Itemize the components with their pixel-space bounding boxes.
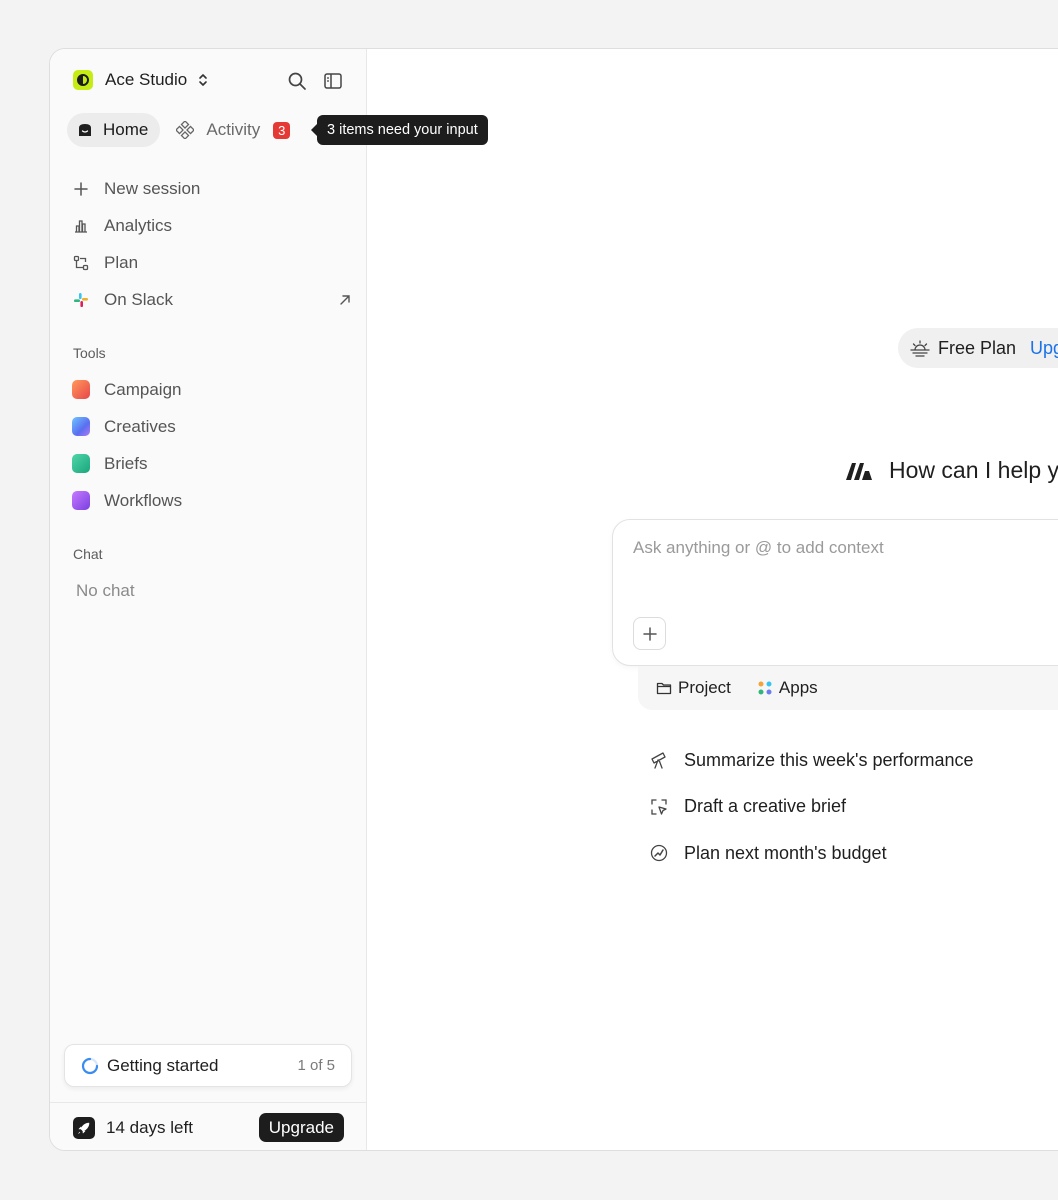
chat-section-title: Chat xyxy=(73,546,103,562)
tool-item-label: Creatives xyxy=(104,416,176,436)
tool-item-label: Briefs xyxy=(104,453,148,473)
activity-count-badge: 3 xyxy=(273,121,291,139)
sidebar-toggle-icon[interactable] xyxy=(323,71,343,91)
attach-button[interactable] xyxy=(633,617,666,650)
plus-icon xyxy=(642,626,657,641)
home-icon xyxy=(79,124,91,136)
chevron-up-down-icon xyxy=(199,74,208,86)
composer xyxy=(612,519,1058,666)
menu-item-on-slack[interactable]: On Slack xyxy=(72,281,352,318)
telescope-icon xyxy=(648,749,670,771)
menu-item-label: Plan xyxy=(104,252,139,272)
budget-icon xyxy=(648,842,670,864)
plan-pill[interactable]: Free Plan Upg xyxy=(898,328,1058,368)
menu-item-label: New session xyxy=(104,178,201,198)
context-project-button[interactable]: Project xyxy=(656,678,731,698)
getting-started-card[interactable]: Getting started 1 of 5 xyxy=(64,1044,352,1087)
progress-spinner-icon xyxy=(81,1057,99,1074)
tab-activity[interactable]: Activity 3 xyxy=(176,113,291,147)
tools-section-title: Tools xyxy=(73,345,106,361)
sunrise-icon xyxy=(910,340,930,357)
menu-item-plan[interactable]: Plan xyxy=(72,244,352,281)
getting-started-label: Getting started xyxy=(107,1055,219,1075)
getting-started-progress: 1 of 5 xyxy=(297,1057,335,1074)
folder-icon xyxy=(656,682,672,695)
tool-item-label: Workflows xyxy=(104,490,183,510)
context-apps-button[interactable]: Apps xyxy=(757,678,818,698)
upgrade-button[interactable]: Upgrade xyxy=(258,1113,344,1142)
search-icon[interactable] xyxy=(287,71,307,91)
rocket-icon xyxy=(73,1116,95,1139)
menu-item-label: Analytics xyxy=(104,215,173,235)
tab-home[interactable]: Home xyxy=(67,113,161,147)
tool-item-campaign[interactable]: Campaign xyxy=(72,371,352,408)
creatives-icon xyxy=(72,417,90,436)
workspace-logo-icon xyxy=(73,70,93,90)
plan-upgrade-link[interactable]: Upg xyxy=(1030,338,1058,359)
plan-name: Free Plan xyxy=(938,337,1017,358)
campaign-icon xyxy=(72,380,90,399)
nav-tabs: Home Activity 3 xyxy=(67,113,291,147)
apps-icon xyxy=(758,681,772,695)
trial-days-left: 14 days left xyxy=(106,1117,193,1137)
suggestion-item[interactable]: Summarize this week's performance xyxy=(648,737,974,784)
flow-icon xyxy=(72,254,90,272)
activity-tooltip: 3 items need your input xyxy=(311,115,488,145)
tool-item-creatives[interactable]: Creatives xyxy=(72,408,352,445)
context-apps-label: Apps xyxy=(778,678,818,697)
briefs-icon xyxy=(72,454,90,473)
workflows-icon xyxy=(72,491,90,510)
welcome-heading-text: How can I help y xyxy=(889,457,1058,483)
external-link-icon[interactable] xyxy=(338,293,352,307)
suggestion-item[interactable]: Plan next month's budget xyxy=(648,830,974,877)
app-window: Ace Studio Home Activity 3 3 items need … xyxy=(49,48,1058,1151)
tab-home-label: Home xyxy=(103,120,149,139)
menu-item-analytics[interactable]: Analytics xyxy=(72,207,352,244)
workspace-switcher[interactable]: Ace Studio xyxy=(73,70,209,90)
menu-item-new-session[interactable]: New session xyxy=(72,170,352,207)
tool-item-briefs[interactable]: Briefs xyxy=(72,445,352,482)
cursor-select-icon xyxy=(648,796,670,818)
suggestion-list: Summarize this week's performance Draft … xyxy=(648,737,974,877)
trial-footer: 14 days left Upgrade xyxy=(50,1102,367,1150)
menu-item-label: On Slack xyxy=(104,289,173,309)
context-project-label: Project xyxy=(678,678,731,697)
context-bar: Project Apps xyxy=(638,666,1058,710)
composer-input[interactable] xyxy=(633,538,1058,558)
brand-logo-icon xyxy=(846,462,872,480)
sidebar: Ace Studio Home Activity 3 3 items need … xyxy=(50,49,488,1150)
activity-icon xyxy=(176,121,195,139)
plus-icon xyxy=(72,180,90,198)
tools-menu: Campaign Creatives Briefs Workflows xyxy=(72,371,352,519)
chat-empty-state: No chat xyxy=(76,581,135,600)
suggestion-item[interactable]: Draft a creative brief xyxy=(648,784,974,831)
suggestion-label: Plan next month's budget xyxy=(684,842,887,863)
workspace-name: Ace Studio xyxy=(105,70,188,89)
bar-chart-icon xyxy=(72,217,90,235)
suggestion-label: Draft a creative brief xyxy=(684,796,847,817)
tab-activity-label: Activity xyxy=(206,120,261,139)
suggestion-label: Summarize this week's performance xyxy=(684,749,974,770)
slack-icon xyxy=(72,291,90,309)
primary-menu: New session Analytics Plan On Slack xyxy=(72,170,352,318)
welcome-heading: How can I help y xyxy=(845,457,1058,484)
tool-item-label: Campaign xyxy=(104,379,182,399)
tool-item-workflows[interactable]: Workflows xyxy=(72,482,352,519)
